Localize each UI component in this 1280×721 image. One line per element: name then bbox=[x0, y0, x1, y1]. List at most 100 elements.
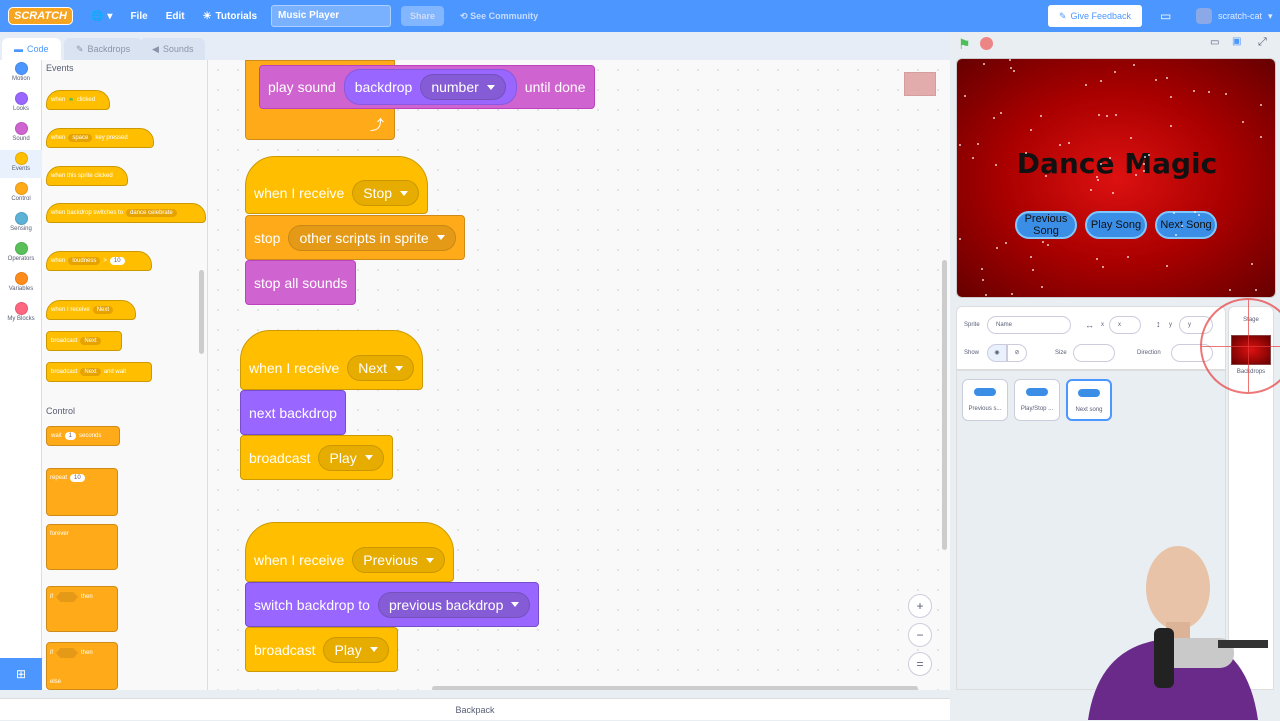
backdrop-dropdown[interactable]: dance celebrate bbox=[126, 209, 177, 217]
when-i-receive-stop-block[interactable]: when I receive Stop bbox=[245, 156, 429, 214]
tab-code[interactable]: ▬ Code bbox=[2, 38, 61, 60]
loudness-dropdown[interactable]: loudness bbox=[68, 257, 101, 265]
language-menu[interactable]: 🌐 ▾ bbox=[91, 11, 112, 22]
project-title-input[interactable]: Music Player bbox=[271, 5, 392, 27]
play-sound-until-done-block[interactable]: play sound backdrop number until done bbox=[259, 65, 595, 109]
snow-dot bbox=[1170, 96, 1172, 98]
wait-input[interactable]: 1 bbox=[64, 432, 77, 440]
when-i-receive-block[interactable]: when I receive Next bbox=[46, 300, 136, 320]
file-menu[interactable]: File bbox=[130, 11, 147, 22]
fullscreen-icon[interactable]: ⤢ bbox=[1258, 36, 1267, 49]
message-dropdown[interactable]: Previous bbox=[352, 547, 445, 573]
snow-dot bbox=[1109, 157, 1111, 159]
category-motion[interactable]: Motion bbox=[0, 62, 42, 82]
sprite-tile[interactable]: Play/Stop ... bbox=[1014, 379, 1060, 421]
see-community-button[interactable]: ⟲ See Community bbox=[460, 11, 538, 22]
stage-canvas[interactable]: Dance Magic Previous Song Play Song Next… bbox=[956, 58, 1276, 298]
snow-dot bbox=[1045, 175, 1047, 177]
play-song-button[interactable]: Play Song bbox=[1085, 211, 1147, 239]
message-dropdown[interactable]: Next bbox=[92, 306, 114, 314]
show-visible-toggle[interactable]: ◉ bbox=[987, 344, 1007, 362]
message-dropdown[interactable]: Play bbox=[318, 444, 384, 471]
stop-block[interactable]: stop other scripts in sprite bbox=[245, 215, 465, 260]
message-dropdown[interactable]: Next bbox=[80, 337, 101, 345]
message-dropdown[interactable]: Play bbox=[323, 636, 389, 663]
edit-menu[interactable]: Edit bbox=[166, 11, 185, 22]
stop-all-sounds-block[interactable]: stop all sounds bbox=[245, 260, 357, 305]
stop-option-dropdown[interactable]: other scripts in sprite bbox=[288, 224, 456, 251]
large-stage-icon[interactable]: ▣ bbox=[1232, 36, 1241, 47]
category-operators[interactable]: Operators bbox=[0, 242, 42, 262]
when-backdrop-switches-block[interactable]: when backdrop switches to dance celebrate bbox=[46, 203, 206, 223]
give-feedback-button[interactable]: ✎ Give Feedback bbox=[1048, 5, 1142, 27]
category-control[interactable]: Control bbox=[0, 182, 42, 202]
next-backdrop-block[interactable]: next backdrop bbox=[240, 390, 346, 435]
category-my-blocks[interactable]: My Blocks bbox=[0, 302, 42, 322]
snow-dot bbox=[1042, 241, 1044, 243]
chevron-down-icon bbox=[395, 365, 404, 371]
backdrop-reporter[interactable]: backdrop number bbox=[343, 69, 517, 105]
switch-backdrop-block[interactable]: switch backdrop to previous backdrop bbox=[245, 582, 540, 627]
when-key-pressed-block[interactable]: when space key pressed bbox=[46, 128, 154, 148]
palette-scrollbar[interactable] bbox=[199, 270, 204, 354]
next-song-button[interactable]: Next Song bbox=[1155, 211, 1217, 239]
category-sound[interactable]: Sound bbox=[0, 122, 42, 142]
category-sensing[interactable]: Sensing bbox=[0, 212, 42, 232]
message-dropdown[interactable]: Next bbox=[347, 355, 415, 381]
share-button[interactable]: Share bbox=[401, 6, 445, 26]
tab-backdrops[interactable]: ✎ Backdrops bbox=[64, 38, 143, 60]
when-i-receive-next-block[interactable]: when I receive Next bbox=[240, 330, 424, 390]
when-flag-clicked-block[interactable]: when ⚑ clicked bbox=[46, 90, 110, 110]
stop-icon[interactable] bbox=[980, 37, 993, 50]
tutorials-menu[interactable]: ☀ Tutorials bbox=[203, 11, 257, 22]
wait-block[interactable]: wait 1 seconds bbox=[46, 426, 120, 446]
message-dropdown[interactable]: Next bbox=[80, 368, 101, 376]
backdrop-dropdown[interactable]: previous backdrop bbox=[377, 591, 531, 618]
broadcast-and-wait-block[interactable]: broadcast Next and wait bbox=[46, 362, 152, 382]
scratch-logo[interactable]: SCRATCH bbox=[8, 7, 73, 25]
x-field[interactable]: x bbox=[1109, 316, 1141, 334]
sprite-tile[interactable]: Next song bbox=[1066, 379, 1112, 421]
broadcast-play-block[interactable]: broadcast Play bbox=[245, 627, 398, 672]
number-dropdown[interactable]: number bbox=[420, 74, 506, 100]
category-looks[interactable]: Looks bbox=[0, 92, 42, 112]
horizontal-scrollbar[interactable] bbox=[432, 686, 918, 690]
backpack[interactable]: Backpack bbox=[0, 698, 950, 720]
broadcast-play-block[interactable]: broadcast Play bbox=[240, 435, 393, 480]
backpack-label: Backpack bbox=[455, 705, 495, 715]
block-text: until done bbox=[524, 79, 586, 95]
repeat-input[interactable]: 10 bbox=[70, 474, 85, 482]
show-hidden-toggle[interactable]: ⊘ bbox=[1007, 344, 1027, 362]
condition-slot[interactable] bbox=[56, 592, 78, 602]
zoom-in-button[interactable]: + bbox=[908, 594, 932, 618]
folder-icon[interactable]: ▭ bbox=[1160, 9, 1171, 23]
block-text: when I receive bbox=[249, 360, 340, 376]
zoom-reset-button[interactable]: = bbox=[908, 652, 932, 676]
when-sprite-clicked-block[interactable]: when this sprite clicked bbox=[46, 166, 128, 186]
green-flag-icon[interactable]: ⚑ bbox=[958, 36, 971, 53]
size-field[interactable] bbox=[1073, 344, 1115, 362]
category-variables[interactable]: Variables bbox=[0, 272, 42, 292]
brush-icon: ✎ bbox=[76, 43, 84, 54]
snow-dot bbox=[1000, 112, 1002, 114]
small-stage-icon[interactable]: ▭ bbox=[1210, 37, 1219, 48]
vertical-scrollbar[interactable] bbox=[942, 260, 947, 550]
zoom-out-button[interactable]: − bbox=[908, 623, 932, 647]
when-loudness-block[interactable]: when loudness >10 bbox=[46, 251, 152, 271]
condition-slot[interactable] bbox=[56, 648, 78, 658]
block-text: key pressed bbox=[95, 135, 128, 141]
key-dropdown[interactable]: space bbox=[68, 134, 93, 142]
loop-arrow-icon: ⤴ bbox=[370, 117, 384, 133]
loudness-input[interactable]: 10 bbox=[109, 257, 125, 265]
previous-song-button[interactable]: Previous Song bbox=[1015, 211, 1077, 239]
user-menu[interactable]: scratch-cat ▾ bbox=[1196, 8, 1273, 24]
message-dropdown[interactable]: Stop bbox=[352, 180, 420, 206]
when-i-receive-previous-block[interactable]: when I receive Previous bbox=[245, 522, 454, 582]
sprite-name-field[interactable]: Name bbox=[987, 316, 1071, 334]
broadcast-block[interactable]: broadcast Next bbox=[46, 331, 122, 351]
category-events[interactable]: Events bbox=[0, 150, 42, 178]
sprite-tile[interactable]: Previous s... bbox=[962, 379, 1008, 421]
tab-sounds[interactable]: ◀ Sounds bbox=[140, 38, 206, 60]
snow-dot bbox=[1260, 104, 1262, 106]
add-extension-button[interactable]: ⊞ bbox=[0, 658, 42, 690]
